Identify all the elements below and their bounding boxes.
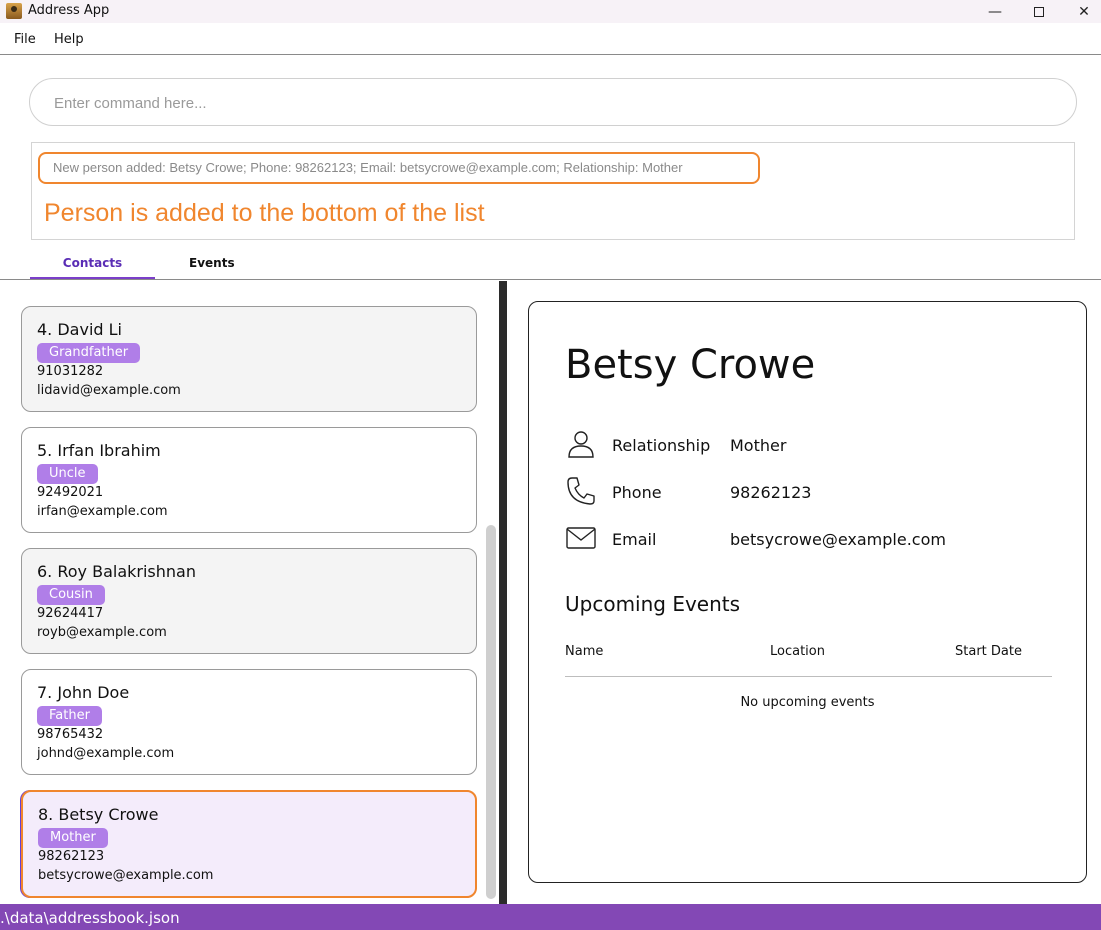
contact-name: 4. David Li [37, 320, 122, 339]
contact-card-selected[interactable]: 8. Betsy Crowe Mother 98262123 betsycrow… [21, 790, 477, 898]
column-header-location[interactable]: Location [770, 644, 825, 659]
email-label: Email [612, 530, 657, 549]
contact-email: irfan@example.com [37, 504, 168, 519]
contact-email: johnd@example.com [37, 746, 175, 761]
minimize-button[interactable]: — [972, 0, 1018, 23]
app-icon [6, 3, 22, 19]
contact-name: 6. Roy Balakrishnan [37, 562, 196, 581]
relationship-value: Mother [730, 436, 787, 455]
relationship-tag: Cousin [37, 585, 105, 605]
annotation-note: Person is added to the bottom of the lis… [44, 199, 485, 227]
menu-help[interactable]: Help [54, 32, 84, 47]
email-value: betsycrowe@example.com [730, 530, 946, 549]
contact-name: 7. John Doe [37, 683, 130, 702]
status-bar: .\data\addressbook.json [0, 904, 1101, 930]
contact-card[interactable]: 7. John Doe Father 98765432 johnd@exampl… [21, 669, 477, 775]
data-file-path: .\data\addressbook.json [0, 909, 180, 927]
contact-phone: 92492021 [37, 485, 104, 500]
contact-name: 8. Betsy Crowe [38, 805, 159, 824]
split-pane-divider[interactable] [499, 281, 507, 904]
column-header-start-date[interactable]: Start Date [955, 644, 1022, 659]
menu-divider [0, 54, 1101, 55]
contact-email: royb@example.com [37, 625, 167, 640]
list-scrollbar[interactable] [486, 525, 496, 899]
title-bar: Address App — ✕ [0, 0, 1101, 23]
command-input[interactable] [54, 91, 1044, 115]
contact-phone: 91031282 [37, 364, 104, 379]
maximize-icon [1034, 6, 1044, 17]
contact-card[interactable]: 6. Roy Balakrishnan Cousin 92624417 royb… [21, 548, 477, 654]
command-box [29, 78, 1077, 126]
window-title: Address App [28, 3, 110, 18]
phone-label: Phone [612, 483, 662, 502]
contact-phone: 98765432 [37, 727, 104, 742]
result-display: New person added: Betsy Crowe; Phone: 98… [31, 142, 1075, 240]
result-message: New person added: Betsy Crowe; Phone: 98… [38, 152, 760, 184]
tab-bar: Contacts Events [0, 250, 1101, 280]
contact-phone: 98262123 [38, 849, 105, 864]
contact-list[interactable]: 4. David Li Grandfather 91031282 lidavid… [0, 281, 499, 904]
events-table-divider [565, 676, 1052, 677]
maximize-button[interactable] [1016, 0, 1062, 23]
events-empty-message: No upcoming events [740, 695, 875, 710]
contact-email: lidavid@example.com [37, 383, 181, 398]
relationship-label: Relationship [612, 436, 711, 455]
close-button[interactable]: ✕ [1061, 0, 1101, 23]
detail-email-row: Email betsycrowe@example.com [565, 522, 1065, 556]
relationship-tag: Uncle [37, 464, 98, 484]
contact-phone: 92624417 [37, 606, 104, 621]
mail-icon [566, 527, 596, 549]
upcoming-events-heading: Upcoming Events [565, 592, 741, 616]
detail-phone-row: Phone 98262123 [565, 475, 1065, 509]
tab-events[interactable]: Events [189, 256, 235, 270]
relationship-tag: Grandfather [37, 343, 141, 363]
column-header-name[interactable]: Name [565, 644, 603, 659]
phone-value: 98262123 [730, 483, 812, 502]
contact-detail-panel: Betsy Crowe Relationship Mother Phone 98… [528, 301, 1087, 883]
contact-card[interactable]: 4. David Li Grandfather 91031282 lidavid… [21, 306, 477, 412]
phone-icon [567, 477, 595, 505]
menu-file[interactable]: File [14, 32, 36, 47]
relationship-tag: Mother [38, 828, 108, 848]
tab-contacts[interactable]: Contacts [30, 256, 155, 279]
contact-email: betsycrowe@example.com [38, 868, 214, 883]
detail-name: Betsy Crowe [565, 342, 816, 388]
contact-card[interactable]: 5. Irfan Ibrahim Uncle 92492021 irfan@ex… [21, 427, 477, 533]
relationship-tag: Father [37, 706, 102, 726]
detail-relationship-row: Relationship Mother [565, 428, 1065, 462]
contact-name: 5. Irfan Ibrahim [37, 441, 161, 460]
person-icon [568, 431, 594, 458]
menu-bar: File Help [0, 29, 1101, 53]
